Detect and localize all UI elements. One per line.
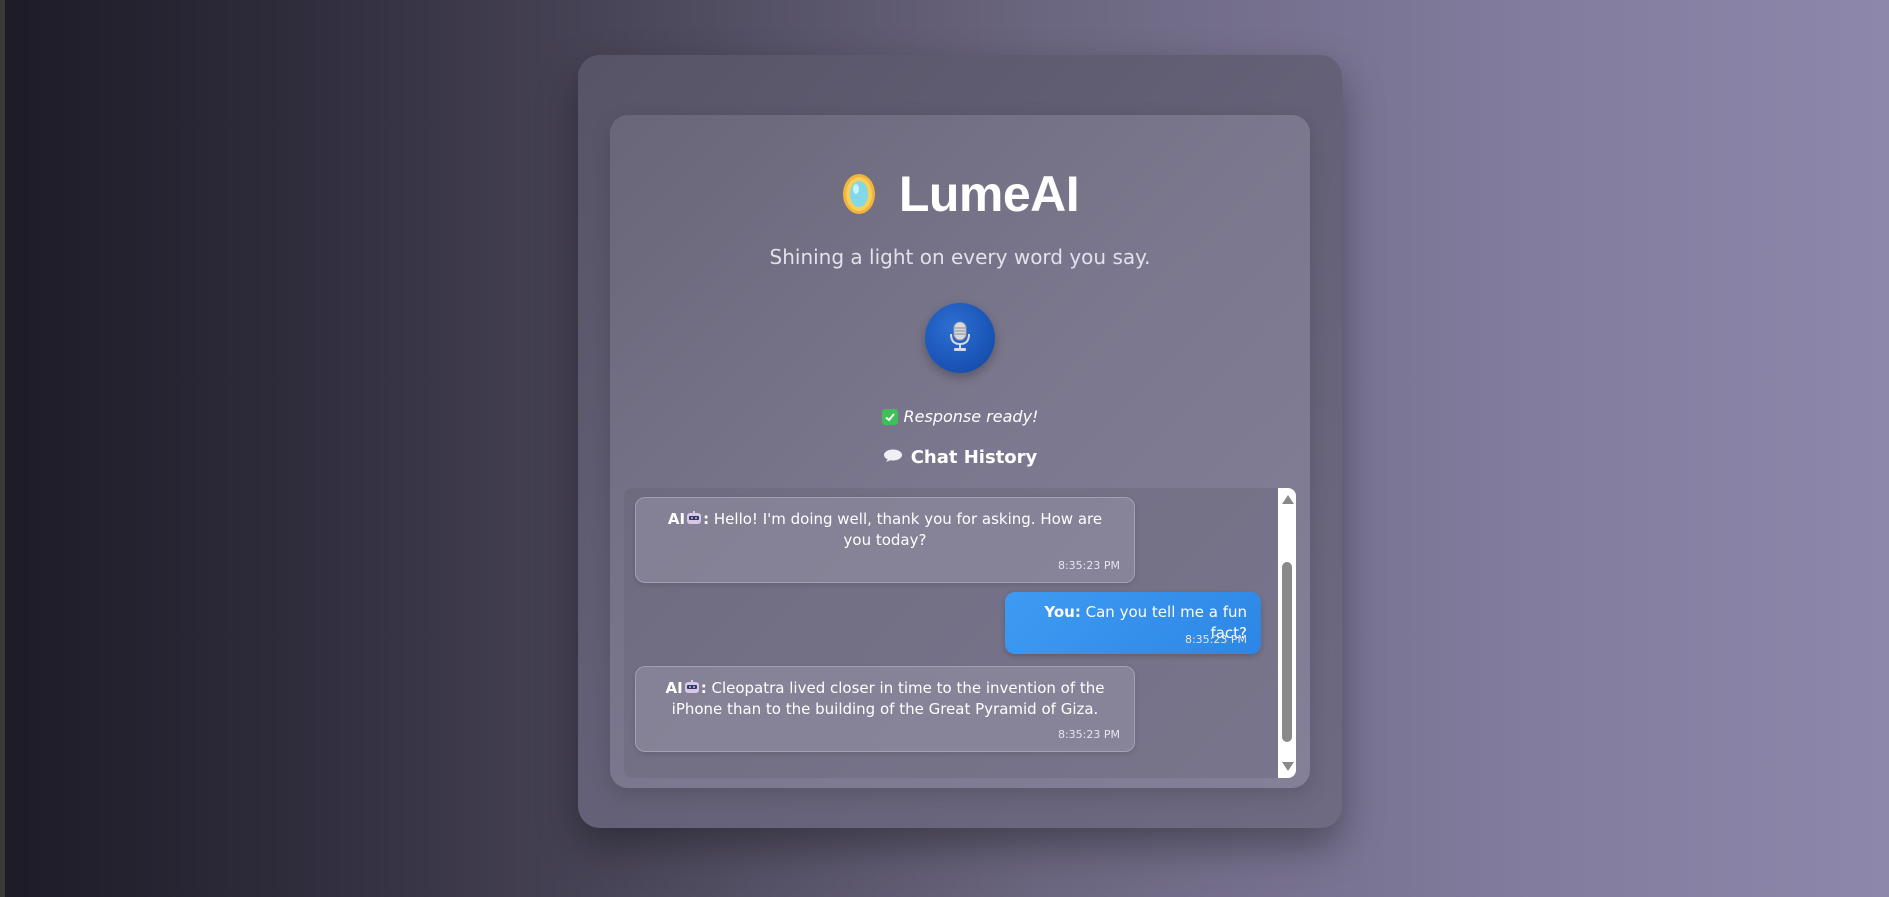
ai-message: AI: Cleopatra lived closer in time to th… (635, 666, 1135, 752)
chat-scrollbar[interactable] (1278, 488, 1296, 778)
window-edge (0, 0, 5, 897)
message-sender: AI (667, 510, 686, 528)
message-sender: AI (665, 679, 683, 697)
app-title: LumeAI (898, 166, 1080, 222)
ai-message: AI: Hello! I'm doing well, thank you for… (635, 497, 1135, 583)
scrollbar-thumb[interactable] (1282, 562, 1292, 742)
sender-separator: : (703, 510, 710, 528)
speech-bubble-icon (883, 447, 903, 468)
scroll-down-icon[interactable] (1282, 762, 1294, 771)
scroll-up-icon[interactable] (1282, 495, 1294, 504)
message-timestamp: 8:35:23 PM (1184, 633, 1247, 646)
status-message: Response ready! (610, 407, 1310, 426)
microphone-button[interactable] (925, 303, 995, 373)
microphone-icon (947, 320, 973, 356)
message-sender: You: (1044, 603, 1081, 621)
main-card: LumeAI Shining a light on every word you… (610, 115, 1310, 788)
message-text: Cleopatra lived closer in time to the in… (671, 679, 1105, 718)
app-tagline: Shining a light on every word you say. (769, 245, 1151, 269)
chat-history-heading: Chat History (610, 447, 1310, 468)
robot-icon (684, 679, 700, 693)
chat-history-title: Chat History (910, 447, 1038, 468)
check-icon (881, 408, 898, 425)
chat-history-panel[interactable]: AI: Hello! I'm doing well, thank you for… (624, 488, 1296, 778)
status-text: Response ready! (903, 407, 1039, 426)
message-timestamp: 8:35:23 PM (1057, 728, 1120, 741)
sender-separator: : (700, 679, 707, 697)
robot-icon (686, 510, 702, 524)
message-text: Hello! I'm doing well, thank you for ask… (713, 510, 1103, 549)
user-message: You: Can you tell me a fun fact? 8:35:23… (1005, 592, 1261, 654)
message-timestamp: 8:35:23 PM (1057, 559, 1120, 572)
brand-header: LumeAI (610, 165, 1310, 223)
app-container: LumeAI Shining a light on every word you… (578, 55, 1342, 828)
lamp-icon (841, 172, 877, 216)
